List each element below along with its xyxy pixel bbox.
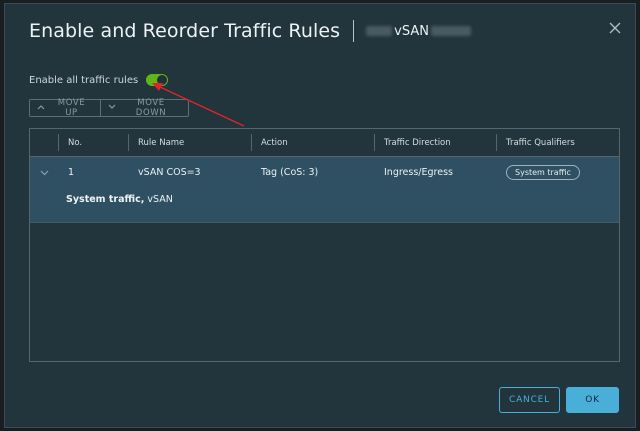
ok-button[interactable]: OK <box>566 387 619 413</box>
move-up-button[interactable]: MOVE UP <box>29 98 101 118</box>
column-header-no[interactable]: No. <box>58 129 128 156</box>
redacted-text <box>430 26 471 36</box>
cell-traffic-qualifiers: System traffic <box>496 157 619 188</box>
traffic-rules-table: No. Rule Name Action Traffic Direction T… <box>29 128 620 362</box>
detail-value: vSAN <box>147 194 173 205</box>
traffic-rules-dialog: Enable and Reorder Traffic Rules vSAN En… <box>4 3 636 428</box>
qualifier-badge[interactable]: System traffic <box>506 165 580 180</box>
move-down-label: MOVE DOWN <box>135 98 167 118</box>
cell-rule-name: vSAN COS=3 <box>138 167 201 178</box>
dialog-title: Enable and Reorder Traffic Rules <box>29 20 341 42</box>
header-expand-spacer <box>30 129 58 156</box>
row-detail: System traffic, vSAN <box>66 194 173 205</box>
close-icon[interactable] <box>607 20 623 36</box>
cell-no: 1 <box>68 167 75 178</box>
cell-action: Tag (CoS: 3) <box>261 167 319 178</box>
enable-all-rules-toggle[interactable] <box>146 74 169 86</box>
move-up-label: MOVE UP <box>57 98 86 118</box>
cancel-button[interactable]: CANCEL <box>499 387 560 413</box>
dialog-header: Enable and Reorder Traffic Rules vSAN <box>29 17 471 45</box>
chevron-down-icon <box>108 103 116 113</box>
dialog-footer: CANCEL OK <box>499 387 619 413</box>
cell-traffic-direction: Ingress/Egress <box>384 167 453 178</box>
chevron-up-icon <box>37 103 45 113</box>
dialog-subtitle: vSAN <box>366 24 471 39</box>
move-down-button[interactable]: MOVE DOWN <box>101 98 189 118</box>
toggle-knob <box>157 75 168 85</box>
title-divider <box>353 20 355 42</box>
expand-chevron-icon[interactable] <box>30 157 58 188</box>
redacted-text <box>366 26 393 36</box>
enable-all-rules-row: Enable all traffic rules <box>29 74 169 86</box>
table-row-cells: 1 vSAN COS=3 Tag (CoS: 3) Ingress/Egress… <box>30 157 619 188</box>
reorder-button-group: MOVE UP MOVE DOWN <box>29 98 189 118</box>
table-header: No. Rule Name Action Traffic Direction T… <box>30 129 619 157</box>
enable-all-rules-label: Enable all traffic rules <box>29 74 139 86</box>
dialog-subtitle-text: vSAN <box>394 23 429 39</box>
column-header-traffic-direction[interactable]: Traffic Direction <box>374 129 496 156</box>
column-header-action[interactable]: Action <box>251 129 374 156</box>
column-header-traffic-qualifiers[interactable]: Traffic Qualifiers <box>496 129 619 156</box>
table-row[interactable]: 1 vSAN COS=3 Tag (CoS: 3) Ingress/Egress… <box>30 157 619 223</box>
detail-label: System traffic, <box>66 194 145 205</box>
column-header-rule-name[interactable]: Rule Name <box>128 129 251 156</box>
